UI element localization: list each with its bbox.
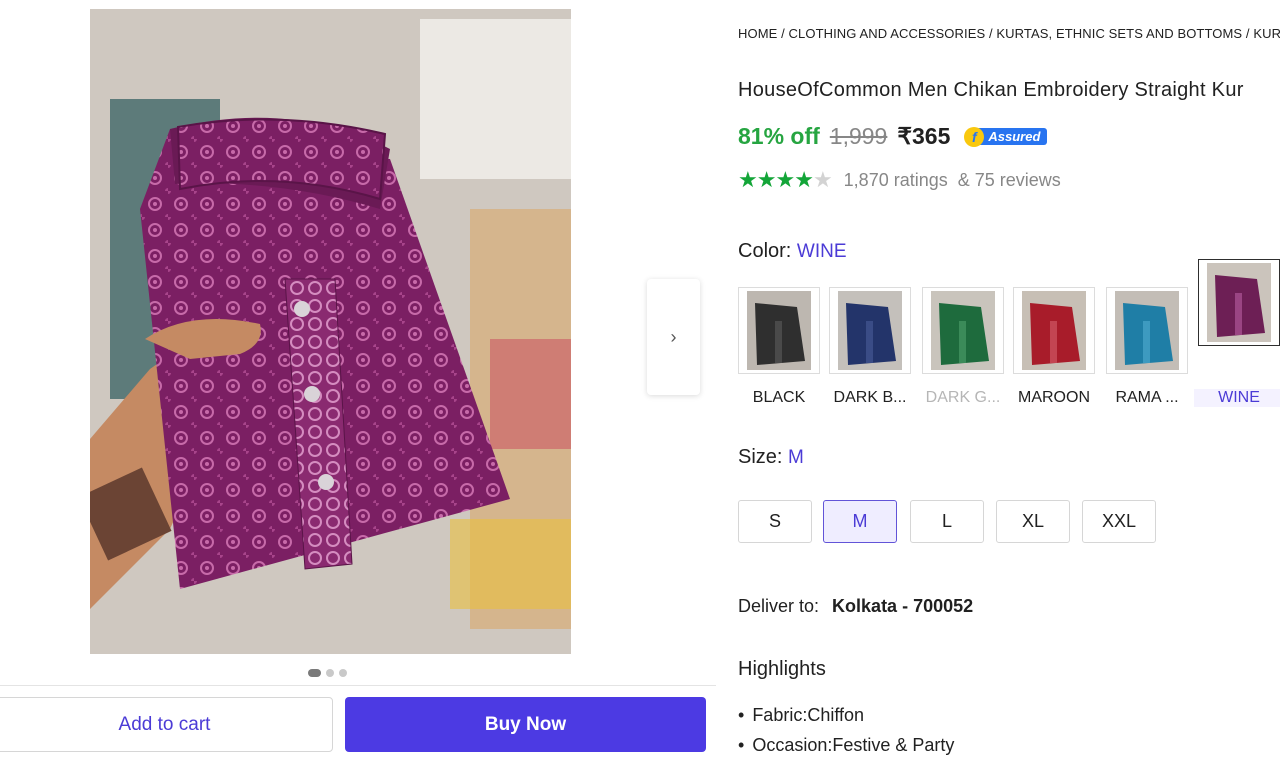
product-title: HouseOfCommon Men Chikan Embroidery Stra…	[738, 79, 1244, 101]
size-selected-value: M	[788, 447, 804, 468]
color-label-text: Color:	[738, 240, 792, 262]
size-option-l[interactable]: L	[910, 500, 984, 543]
chevron-right-icon: ›	[670, 326, 677, 347]
swatch-label: MAROON	[1018, 389, 1090, 406]
flipkart-assured-icon: f	[964, 126, 985, 147]
product-image[interactable]	[90, 9, 571, 654]
swatch-label: DARK B...	[833, 389, 907, 406]
color-label: Color: WINE	[738, 240, 847, 263]
swatch-label: DARK G...	[925, 389, 1001, 406]
breadcrumb[interactable]: HOME / CLOTHING AND ACCESSORIES / KURTAS…	[738, 26, 1280, 41]
color-swatch-rama[interactable]	[1106, 287, 1188, 374]
divider	[0, 685, 716, 686]
color-swatch-wine[interactable]	[1198, 259, 1280, 346]
delivery-row[interactable]: Deliver to: Kolkata - 700052	[738, 596, 973, 617]
swatch-thumbnail	[1022, 291, 1086, 370]
size-label-text: Size:	[738, 446, 783, 468]
deliver-to-label: Deliver to:	[738, 596, 820, 616]
highlights-heading: Highlights	[738, 658, 826, 680]
size-option-xl[interactable]: XL	[996, 500, 1070, 543]
swatch-thumbnail	[1115, 291, 1179, 370]
assured-label: Assured	[976, 128, 1048, 145]
ratings-count: 1,870 ratings	[843, 169, 948, 190]
product-details: HOME / CLOTHING AND ACCESSORIES / KURTAS…	[738, 0, 1280, 761]
add-to-cart-button[interactable]: Add to cart	[0, 697, 333, 752]
carousel-dot[interactable]	[308, 669, 321, 677]
star-rating: ★★★★★	[738, 167, 833, 193]
swatch-label: RAMA ...	[1115, 389, 1179, 406]
original-price: 1,999	[829, 123, 888, 149]
highlight-text: Fabric:Chiffon	[752, 705, 865, 725]
discount-percent: 81% off	[738, 123, 820, 149]
highlight-item: • Occasion:Festive & Party	[738, 735, 954, 756]
swatch-thumbnail	[838, 291, 902, 370]
size-option-m[interactable]: M	[823, 500, 897, 543]
carousel-indicator	[308, 669, 347, 677]
swatch-label: BLACK	[752, 389, 806, 406]
swatch-thumbnail	[1207, 263, 1271, 342]
star-icon: ★	[794, 167, 814, 192]
buy-now-button[interactable]: Buy Now	[345, 697, 706, 752]
color-swatch-maroon[interactable]	[1013, 287, 1095, 374]
swatch-label: WINE	[1194, 389, 1280, 407]
kurta-photo	[90, 9, 571, 654]
swatch-thumbnail	[747, 291, 811, 370]
swatch-thumbnail	[931, 291, 995, 370]
price-row: 81% off 1,999 ₹365 f Assured	[738, 123, 1048, 150]
color-swatch-dark-green[interactable]	[922, 287, 1004, 374]
star-icon: ★	[738, 167, 758, 192]
bullet-icon: •	[738, 705, 745, 725]
size-option-s[interactable]: S	[738, 500, 812, 543]
highlight-item: • Fabric:Chiffon	[738, 705, 954, 726]
color-swatch-black[interactable]	[738, 287, 820, 374]
star-icon: ★	[775, 167, 795, 192]
delivery-location: Kolkata - 700052	[832, 596, 974, 616]
carousel-dot[interactable]	[326, 669, 334, 677]
color-swatch-dark-blue[interactable]	[829, 287, 911, 374]
star-icon: ★	[756, 167, 777, 192]
highlight-text: Occasion:Festive & Party	[752, 735, 955, 755]
next-image-button[interactable]: ›	[647, 279, 700, 395]
size-option-xxl[interactable]: XXL	[1082, 500, 1156, 543]
size-label: Size: M	[738, 446, 804, 469]
highlights-list: • Fabric:Chiffon • Occasion:Festive & Part…	[738, 705, 954, 761]
rating-row[interactable]: ★★★★★ 1,870 ratings & 75 reviews	[738, 167, 1061, 193]
color-selected-value: WINE	[796, 241, 847, 262]
selling-price: ₹365	[897, 123, 951, 149]
star-empty-icon: ★	[812, 167, 833, 192]
reviews-count: & 75 reviews	[957, 169, 1061, 190]
bullet-icon: •	[738, 735, 745, 755]
carousel-dot[interactable]	[339, 669, 347, 677]
flipkart-assured-badge: f Assured	[964, 126, 1048, 147]
